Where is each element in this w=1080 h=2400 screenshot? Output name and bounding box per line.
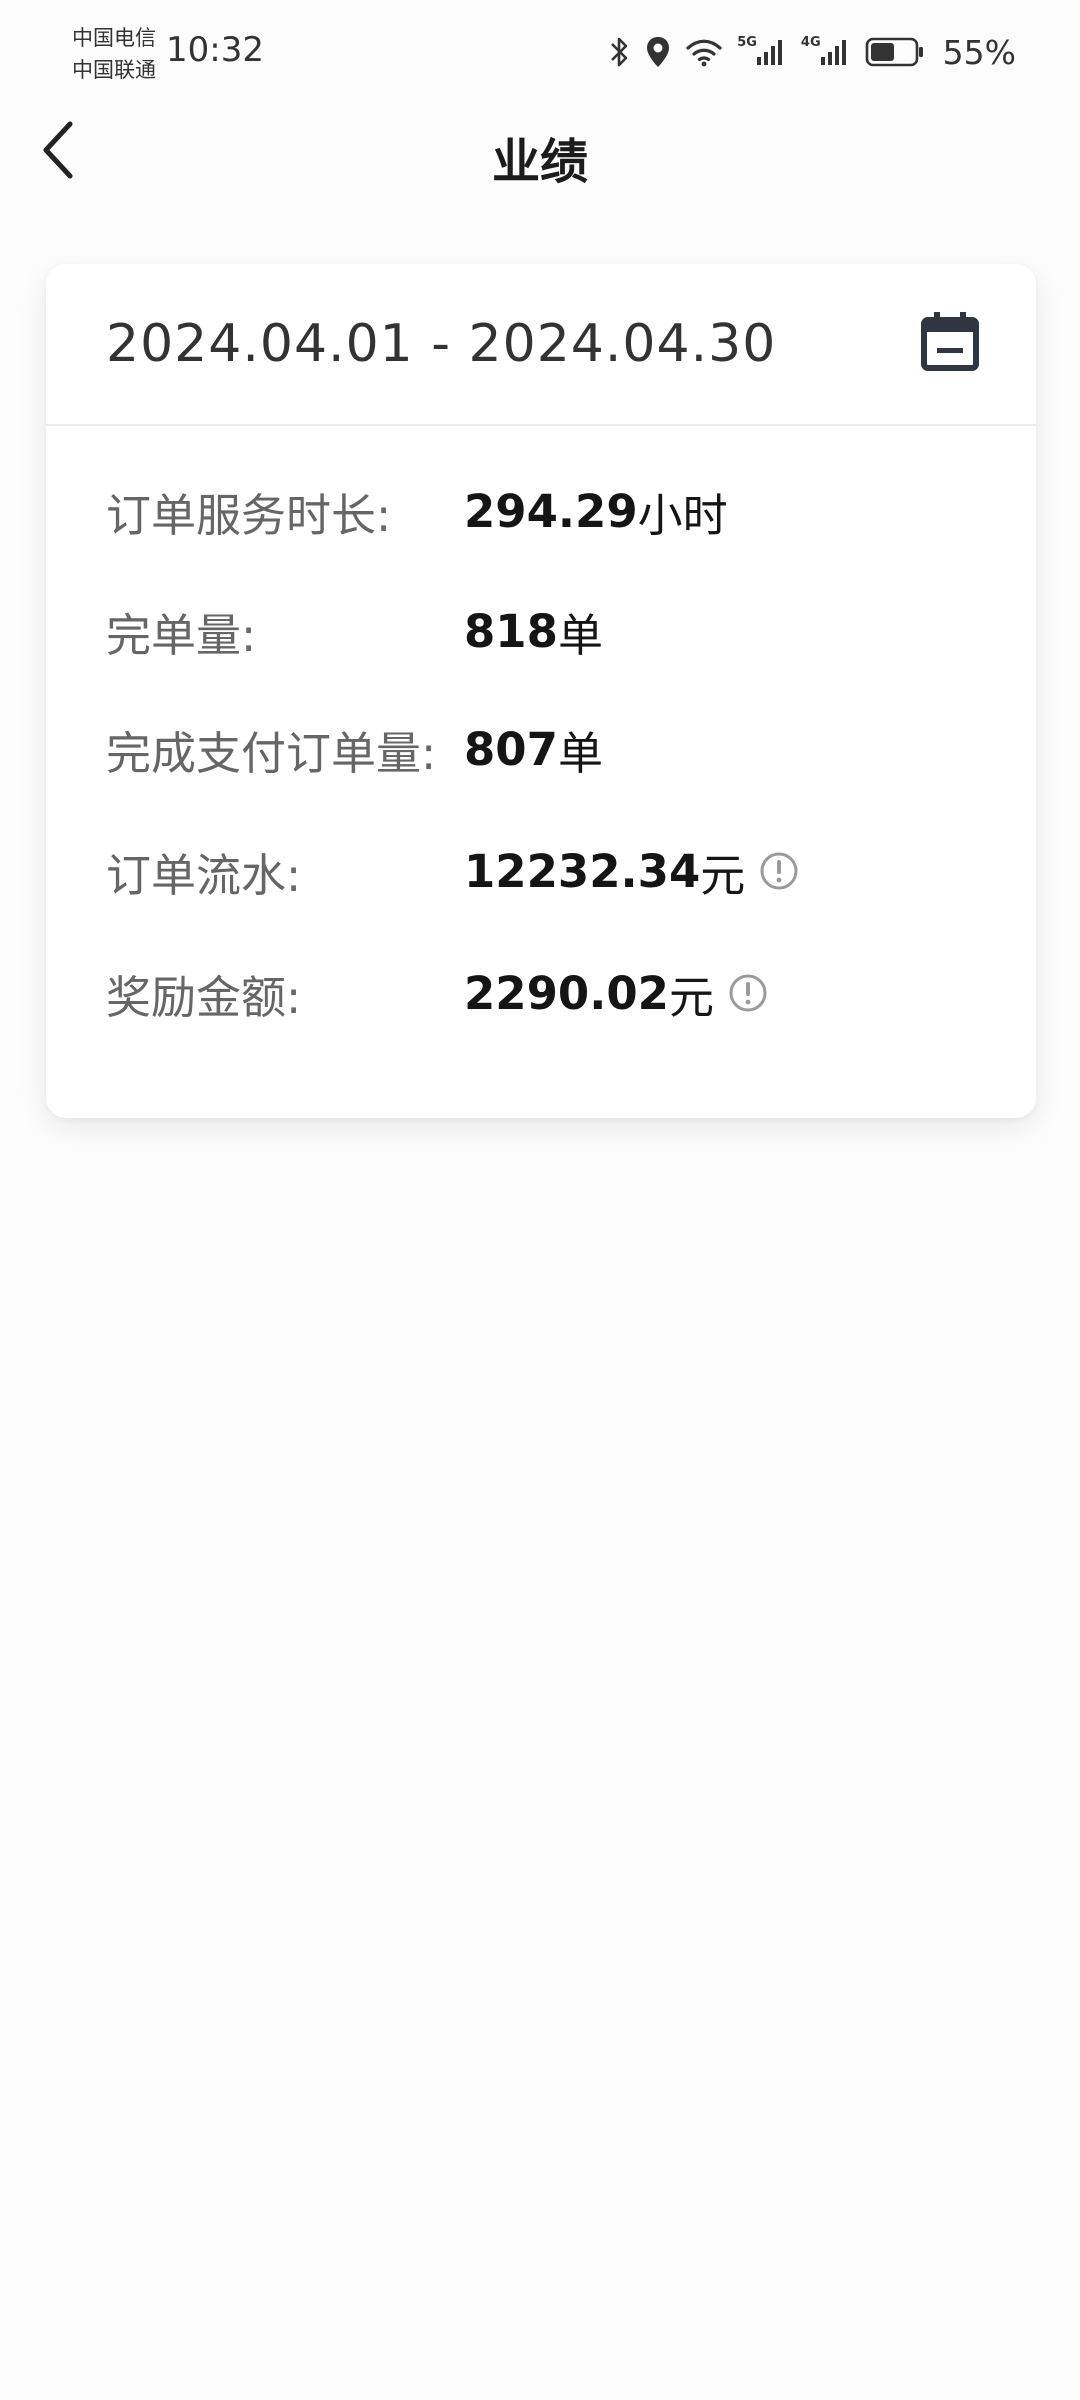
signal-4g-icon: 4G bbox=[801, 32, 851, 72]
stat-value: 294.29 小时 bbox=[464, 479, 728, 544]
location-icon bbox=[645, 32, 671, 72]
stat-number: 818 bbox=[464, 604, 558, 658]
stat-unit: 单 bbox=[557, 726, 603, 780]
stat-number: 807 bbox=[464, 722, 558, 776]
wifi-icon bbox=[685, 32, 723, 72]
stat-row-order-revenue: 订单流水: 12232.34 元 bbox=[106, 836, 1006, 906]
stat-label: 完成支付订单量: bbox=[106, 726, 437, 780]
stat-label: 完单量: bbox=[106, 608, 257, 662]
battery-icon bbox=[865, 32, 925, 72]
date-filter[interactable]: 2024.04.01 - 2024.04.30 bbox=[46, 264, 1036, 426]
stat-value: 2290.02 元 bbox=[464, 961, 768, 1026]
stat-value: 818 单 bbox=[464, 599, 603, 664]
signal-4g-label: 4G bbox=[800, 34, 821, 50]
signal-5g-icon: 5G bbox=[737, 32, 787, 72]
clock: 10:32 bbox=[166, 30, 264, 70]
stat-label: 订单服务时长: bbox=[106, 488, 392, 542]
calendar-icon[interactable] bbox=[918, 310, 982, 374]
carrier-2: 中国联通 bbox=[72, 58, 156, 82]
carrier-info: 中国电信 中国联通 bbox=[72, 22, 156, 86]
nav-header: 业绩 bbox=[0, 100, 1080, 200]
stat-row-service-hours: 订单服务时长: 294.29 小时 bbox=[106, 476, 1006, 546]
stat-value: 807 单 bbox=[464, 717, 603, 782]
performance-card: 2024.04.01 - 2024.04.30 订单服务时长: 294.29 小时… bbox=[46, 264, 1036, 1118]
status-bar: 中国电信 中国联通 10:32 5G 4G 55% bbox=[0, 0, 1080, 100]
stat-label: 奖励金额: bbox=[106, 970, 302, 1024]
page-title: 业绩 bbox=[491, 134, 588, 190]
stat-number: 2290.02 bbox=[464, 966, 669, 1020]
stat-unit: 单 bbox=[557, 608, 603, 662]
battery-percent: 55% bbox=[942, 32, 1016, 72]
bluetooth-icon bbox=[609, 32, 631, 72]
stat-unit: 小时 bbox=[637, 488, 728, 542]
stat-unit: 元 bbox=[668, 970, 714, 1024]
stat-number: 12232.34 bbox=[464, 844, 701, 898]
stat-unit: 元 bbox=[700, 848, 746, 902]
date-range[interactable]: 2024.04.01 - 2024.04.30 bbox=[106, 314, 776, 374]
stat-value: 12232.34 元 bbox=[464, 839, 799, 904]
status-icons: 5G 4G 55% bbox=[609, 30, 1016, 74]
carrier-1: 中国电信 bbox=[72, 26, 156, 50]
info-icon[interactable] bbox=[728, 973, 768, 1013]
stat-row-completed-orders: 完单量: 818 单 bbox=[106, 596, 1006, 666]
stat-row-paid-orders: 完成支付订单量: 807 单 bbox=[106, 714, 1006, 784]
info-icon[interactable] bbox=[759, 851, 799, 891]
signal-5g-label: 5G bbox=[737, 34, 757, 50]
stat-number: 294.29 bbox=[464, 484, 638, 538]
stat-row-reward-amount: 奖励金额: 2290.02 元 bbox=[106, 958, 1006, 1028]
performance-page: 中国电信 中国联通 10:32 5G 4G 55% 业绩 2024.04.01 … bbox=[0, 0, 1080, 2400]
stat-label: 订单流水: bbox=[106, 848, 302, 902]
